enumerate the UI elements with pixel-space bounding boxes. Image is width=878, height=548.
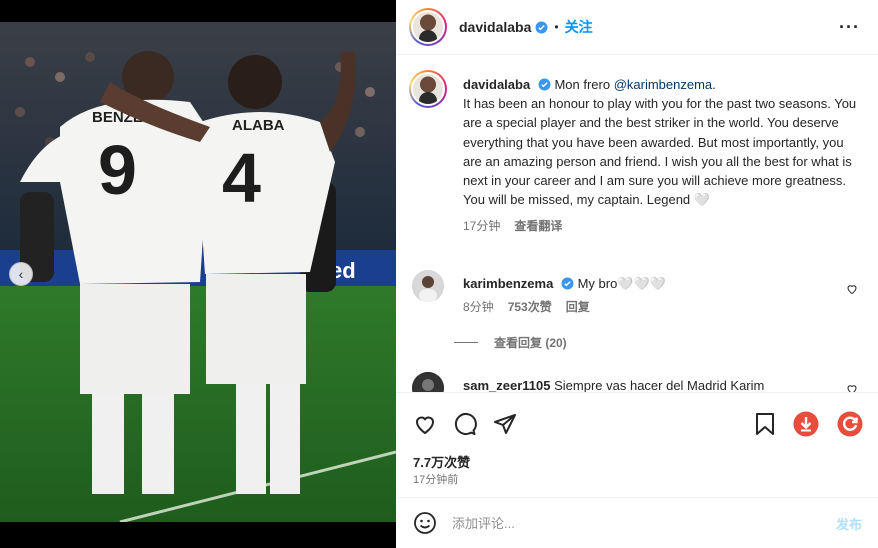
- post-side-panel: davidalaba • 关注 ··· davidalaba Mon frero…: [396, 0, 878, 548]
- like-heart-icon[interactable]: [412, 411, 438, 437]
- commenter-username[interactable]: sam_zeer1105: [463, 378, 550, 392]
- author-avatar[interactable]: [409, 8, 447, 46]
- mention-link[interactable]: @karimbenzema: [614, 77, 712, 92]
- comment-like-heart-icon[interactable]: [846, 382, 858, 392]
- comment-time: 8分钟: [463, 300, 494, 314]
- chevron-left-icon: ‹: [18, 266, 24, 282]
- verified-badge-icon: [538, 78, 551, 91]
- caption-time: 17分钟: [463, 219, 501, 234]
- post-image: ed BENZEMA 9 ALABA 4: [0, 22, 396, 522]
- caption-text: It has been an honour to play with you f…: [463, 96, 857, 189]
- jersey-right-name: ALABA: [232, 117, 285, 134]
- caption-username[interactable]: davidalaba: [463, 77, 530, 92]
- commenter-username[interactable]: karimbenzema: [463, 276, 553, 291]
- share-paper-plane-icon[interactable]: [492, 411, 518, 437]
- translate-button[interactable]: 查看翻译: [514, 217, 562, 236]
- comment-composer: 发布: [396, 497, 878, 548]
- caption-avatar[interactable]: [409, 70, 447, 108]
- commenter-avatar[interactable]: [412, 372, 444, 392]
- comment-like-heart-icon[interactable]: [846, 282, 858, 295]
- action-bar: [396, 392, 878, 452]
- like-count[interactable]: 7.7万次赞: [413, 452, 470, 471]
- verified-badge-icon: [535, 21, 548, 34]
- follow-button[interactable]: 关注: [565, 17, 593, 37]
- verified-badge-icon: [561, 277, 574, 290]
- caption-first-line: davidalaba Mon frero @karimbenzema.: [463, 77, 716, 92]
- caption-intro: Mon frero: [554, 77, 614, 92]
- post-comment-button[interactable]: 发布: [836, 514, 862, 533]
- commenter-avatar[interactable]: [412, 270, 444, 302]
- comment-input[interactable]: [452, 515, 812, 531]
- author-username[interactable]: davidalaba: [459, 19, 531, 35]
- jersey-left-number: 9: [98, 131, 137, 209]
- comments-section[interactable]: davidalaba Mon frero @karimbenzema. It h…: [396, 56, 878, 392]
- download-icon[interactable]: [793, 411, 819, 437]
- jersey-right-number: 4: [222, 139, 261, 217]
- more-options-icon[interactable]: ···: [839, 17, 860, 38]
- comment-likes[interactable]: 753次赞: [508, 298, 552, 316]
- refresh-icon[interactable]: [837, 411, 863, 437]
- carousel-prev-button[interactable]: ‹: [9, 262, 33, 286]
- separator-dot: •: [554, 20, 559, 34]
- view-replies-button[interactable]: 查看回复 (20): [454, 334, 567, 351]
- post-photo[interactable]: ed BENZEMA 9 ALABA 4 ‹: [0, 0, 396, 548]
- comment-bubble-icon[interactable]: [452, 411, 478, 437]
- caption-closing: You will be missed, my captain. Legend 🤍: [463, 192, 710, 208]
- comment-text: Siempre vas hacer del Madrid Karim: [554, 378, 765, 392]
- post-header: davidalaba • 关注 ···: [396, 0, 878, 55]
- emoji-smiley-icon[interactable]: [413, 511, 437, 535]
- reply-button[interactable]: 回复: [566, 298, 590, 316]
- post-time-ago: 17分钟前: [413, 474, 459, 486]
- avatar-image: [413, 12, 443, 42]
- comment-text: My bro🤍🤍🤍: [577, 276, 666, 291]
- bookmark-icon[interactable]: [752, 411, 778, 437]
